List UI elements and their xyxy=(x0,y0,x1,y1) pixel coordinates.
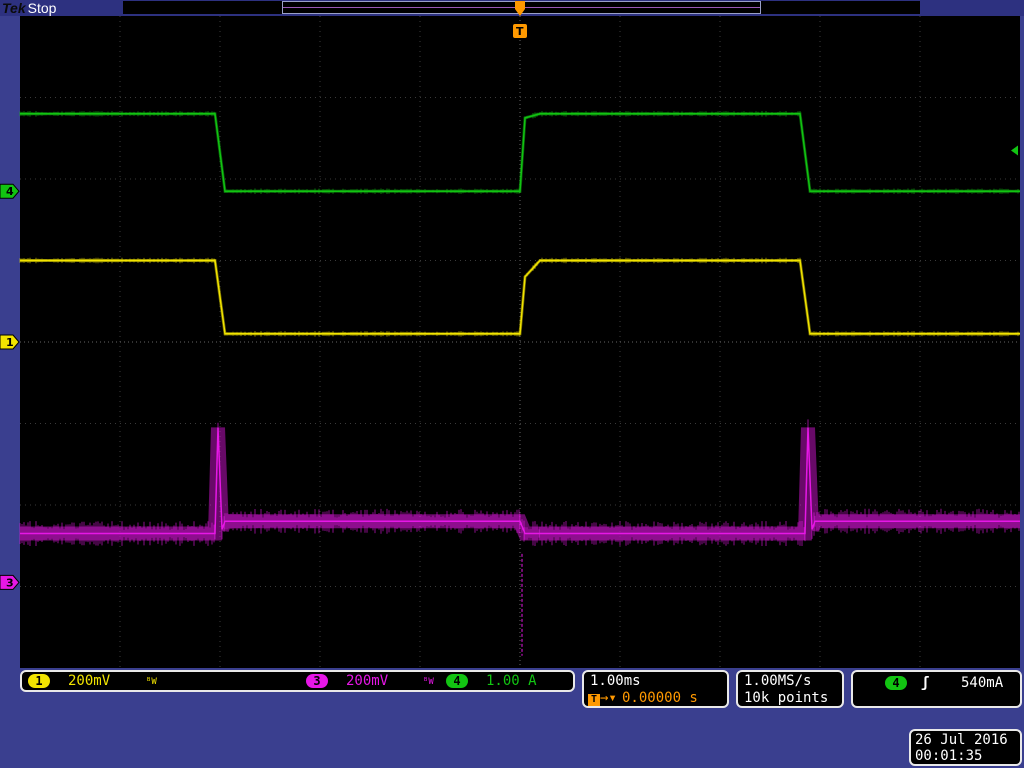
ch1-ground-marker-label: 1 xyxy=(6,336,14,349)
trigger-marker-label: T xyxy=(516,25,524,38)
timebase-readout[interactable]: 1.00ms T →▾ 0.00000 s xyxy=(582,670,729,708)
ch3-ground-marker-label: 3 xyxy=(6,576,14,589)
bandwidth-limit-icon: ᴮW xyxy=(146,677,157,687)
ch4-scale[interactable]: 1.00 A xyxy=(486,673,537,689)
ch3-badge[interactable]: 3 xyxy=(306,674,328,688)
bandwidth-limit-icon: ᴮW xyxy=(423,677,434,687)
trigger-source-badge[interactable]: 4 xyxy=(885,676,907,690)
sample-rate[interactable]: 1.00MS/s xyxy=(744,673,811,689)
record-length[interactable]: 10k points xyxy=(744,690,828,706)
ch3-scale[interactable]: 200mV xyxy=(346,673,388,689)
scope-screen: 4 1 3 T xyxy=(0,1,1020,668)
ch4-badge[interactable]: 4 xyxy=(446,674,468,688)
time-scale[interactable]: 1.00ms xyxy=(590,673,641,689)
channel-readout-panel[interactable]: 1 200mV ᴮW 3 200mV ᴮW 4 1.00 A xyxy=(20,670,575,692)
rising-edge-icon: ʃ xyxy=(921,675,930,691)
datetime-readout: 26 Jul 2016 00:01:35 xyxy=(909,729,1022,766)
time: 00:01:35 xyxy=(915,748,983,764)
trigger-position-marker xyxy=(515,1,525,16)
trigger-readout[interactable]: 4 ʃ 540mA xyxy=(851,670,1022,708)
ch4-ground-marker-label: 4 xyxy=(6,185,14,198)
ch1-scale[interactable]: 200mV xyxy=(68,673,110,689)
date: 26 Jul 2016 xyxy=(915,732,1008,748)
trigger-delay-icon: T →▾ xyxy=(588,690,617,706)
trigger-delay[interactable]: 0.00000 s xyxy=(622,690,698,706)
trigger-level[interactable]: 540mA xyxy=(961,675,1003,691)
acquisition-readout[interactable]: 1.00MS/s 10k points xyxy=(736,670,844,708)
ch1-badge[interactable]: 1 xyxy=(28,674,50,688)
